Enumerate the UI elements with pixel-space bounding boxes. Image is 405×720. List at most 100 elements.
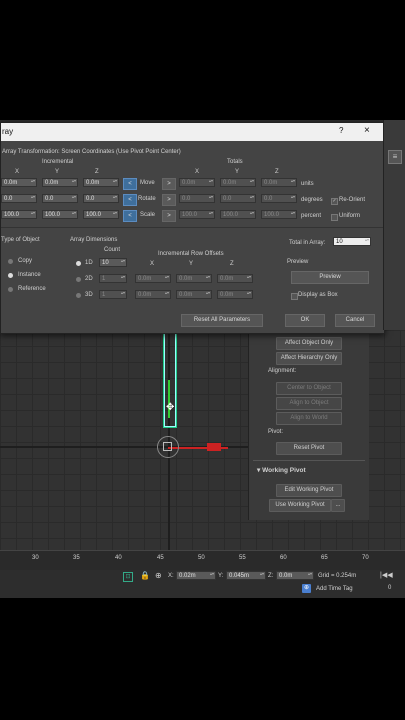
reset-all-parameters-button[interactable]: Reset All Parameters xyxy=(181,314,263,327)
scale-tot-y[interactable]: 100.0 xyxy=(220,210,256,219)
reference-radio[interactable] xyxy=(8,287,13,292)
timeline-ruler[interactable]: 30 35 40 45 50 55 60 65 70 xyxy=(0,550,405,571)
move-inc-y[interactable]: 0.0m xyxy=(42,178,78,187)
move-arrow-right-button[interactable]: > xyxy=(162,178,176,190)
move-inc-x[interactable]: 0.0m xyxy=(1,178,37,187)
z-coord-field[interactable]: 0.0m xyxy=(276,571,314,580)
array-dialog: ray ? × Array Transformation: Screen Coo… xyxy=(0,122,385,334)
lock-icon[interactable]: 🔒 xyxy=(140,571,150,580)
rotate-inc-z[interactable]: 0.0 xyxy=(83,194,119,203)
uniform-checkbox[interactable] xyxy=(331,214,338,221)
copy-radio[interactable] xyxy=(8,259,13,264)
max-window: ✥ Affect Object Only Affect Hierarchy On… xyxy=(0,120,405,598)
working-pivot-rollout[interactable]: ▾ Working Pivot xyxy=(257,466,306,474)
z-coord-label: Z: xyxy=(268,573,274,579)
ruler-tick: 70 xyxy=(362,555,369,561)
scale-inc-y[interactable]: 100.0 xyxy=(42,210,78,219)
copy-label: Copy xyxy=(18,258,33,264)
uniform-label: Uniform xyxy=(339,213,361,219)
2d-label: 2D xyxy=(85,276,93,282)
scale-inc-x[interactable]: 100.0 xyxy=(1,210,37,219)
reset-pivot-button[interactable]: Reset Pivot xyxy=(276,442,342,455)
rotate-tot-y[interactable]: 0.0 xyxy=(220,194,256,203)
scale-tot-z[interactable]: 100.0 xyxy=(261,210,297,219)
inc-y-header: Y xyxy=(55,169,60,175)
ok-button[interactable]: OK xyxy=(285,314,325,327)
affect-hierarchy-only-button[interactable]: Affect Hierarchy Only xyxy=(276,352,342,365)
dialog-divider xyxy=(1,227,384,228)
offset-2d-z[interactable]: 0.0m xyxy=(217,274,253,283)
move-arrow-left-button[interactable]: < xyxy=(123,178,137,190)
working-pivot-options-button[interactable]: ... xyxy=(331,499,345,512)
edit-working-pivot-button[interactable]: Edit Working Pivot xyxy=(276,484,342,497)
rotate-inc-x[interactable]: 0.0 xyxy=(1,194,37,203)
center-to-object-button[interactable]: Center to Object xyxy=(276,382,342,395)
offset-2d-x[interactable]: 0.0m xyxy=(135,274,171,283)
rotate-arrow-left-button[interactable]: < xyxy=(123,194,137,206)
count-3d-input[interactable]: 1 xyxy=(99,290,127,299)
rotate-tot-x[interactable]: 0.0 xyxy=(179,194,215,203)
reference-label: Reference xyxy=(18,286,46,292)
1d-label: 1D xyxy=(85,260,93,266)
align-to-world-button[interactable]: Align to World xyxy=(276,412,342,425)
count-2d-input[interactable]: 1 xyxy=(99,274,127,283)
offset-x-header: X xyxy=(150,261,155,267)
rotate-unit: degrees xyxy=(301,197,323,203)
total-in-array-field[interactable]: 10 xyxy=(333,237,371,246)
1d-radio[interactable] xyxy=(76,261,81,266)
re-orient-checkbox[interactable]: ✓ xyxy=(331,198,338,205)
scale-arrow-left-button[interactable]: < xyxy=(123,210,137,222)
time-tag-icon[interactable]: ⊕ xyxy=(302,584,311,593)
offset-3d-y[interactable]: 0.0m xyxy=(176,290,212,299)
x-coord-field[interactable]: 0.02m xyxy=(176,571,216,580)
re-orient-label: Re-Orient xyxy=(339,197,366,203)
scale-inc-z[interactable]: 100.0 xyxy=(83,210,119,219)
move-tot-y[interactable]: 0.0m xyxy=(220,178,256,187)
add-time-tag[interactable]: Add Time Tag xyxy=(316,586,353,592)
frame-field[interactable]: 0 xyxy=(388,585,391,591)
offset-3d-z[interactable]: 0.0m xyxy=(217,290,253,299)
move-inc-z[interactable]: 0.0m xyxy=(83,178,119,187)
count-1d-input[interactable]: 10 xyxy=(99,258,127,267)
y-coord-field[interactable]: 0.045m xyxy=(226,571,266,580)
close-icon[interactable]: × xyxy=(364,125,370,136)
offset-3d-x[interactable]: 0.0m xyxy=(135,290,171,299)
help-icon[interactable]: ? xyxy=(339,126,343,135)
selection-lock-icon[interactable]: ⊡ xyxy=(123,572,133,582)
working-pivot-title: Working Pivot xyxy=(262,467,306,474)
instance-radio[interactable] xyxy=(8,273,13,278)
cancel-button[interactable]: Cancel xyxy=(335,314,375,327)
total-in-array-label: Total in Array: xyxy=(289,240,326,246)
ruler-tick: 30 xyxy=(32,555,39,561)
hierarchy-panel: Affect Object Only Affect Hierarchy Only… xyxy=(248,330,369,520)
affect-object-only-button[interactable]: Affect Object Only xyxy=(276,337,342,350)
offset-z-header: Z xyxy=(230,261,234,267)
rotate-inc-y[interactable]: 0.0 xyxy=(42,194,78,203)
2d-radio[interactable] xyxy=(76,277,81,282)
align-to-object-button[interactable]: Align to Object xyxy=(276,397,342,410)
move-tot-z[interactable]: 0.0m xyxy=(261,178,297,187)
dialog-titlebar[interactable]: ray ? × xyxy=(1,123,384,141)
rotate-arrow-right-button[interactable]: > xyxy=(162,194,176,206)
tot-z-header: Z xyxy=(275,169,279,175)
use-working-pivot-button[interactable]: Use Working Pivot xyxy=(269,499,331,512)
layer-stack-icon[interactable]: ≡ xyxy=(388,150,402,164)
ruler-tick: 50 xyxy=(198,555,205,561)
scale-unit: percent xyxy=(301,213,322,219)
display-as-box-checkbox[interactable] xyxy=(291,293,298,300)
absolute-mode-icon[interactable]: ⊕ xyxy=(155,571,162,580)
move-tot-x[interactable]: 0.0m xyxy=(179,178,215,187)
rotate-tot-z[interactable]: 0.0 xyxy=(261,194,297,203)
preview-button[interactable]: Preview xyxy=(291,271,369,284)
status-bar: ⊡ 🔒 ⊕ X: 0.02m Y: 0.045m Z: 0.0m Grid = … xyxy=(0,570,405,598)
offset-2d-y[interactable]: 0.0m xyxy=(176,274,212,283)
command-panel-edge: ≡ xyxy=(383,120,405,330)
3d-radio[interactable] xyxy=(76,293,81,298)
y-coord-label: Y: xyxy=(218,573,224,579)
scale-tot-x[interactable]: 100.0 xyxy=(179,210,215,219)
incremental-row-offsets-label: Incremental Row Offsets xyxy=(158,251,224,257)
gizmo-x-handle[interactable] xyxy=(207,443,221,451)
scale-arrow-right-button[interactable]: > xyxy=(162,210,176,222)
goto-start-icon[interactable]: |◀◀ xyxy=(380,571,393,579)
gizmo-center-box[interactable] xyxy=(163,442,172,451)
